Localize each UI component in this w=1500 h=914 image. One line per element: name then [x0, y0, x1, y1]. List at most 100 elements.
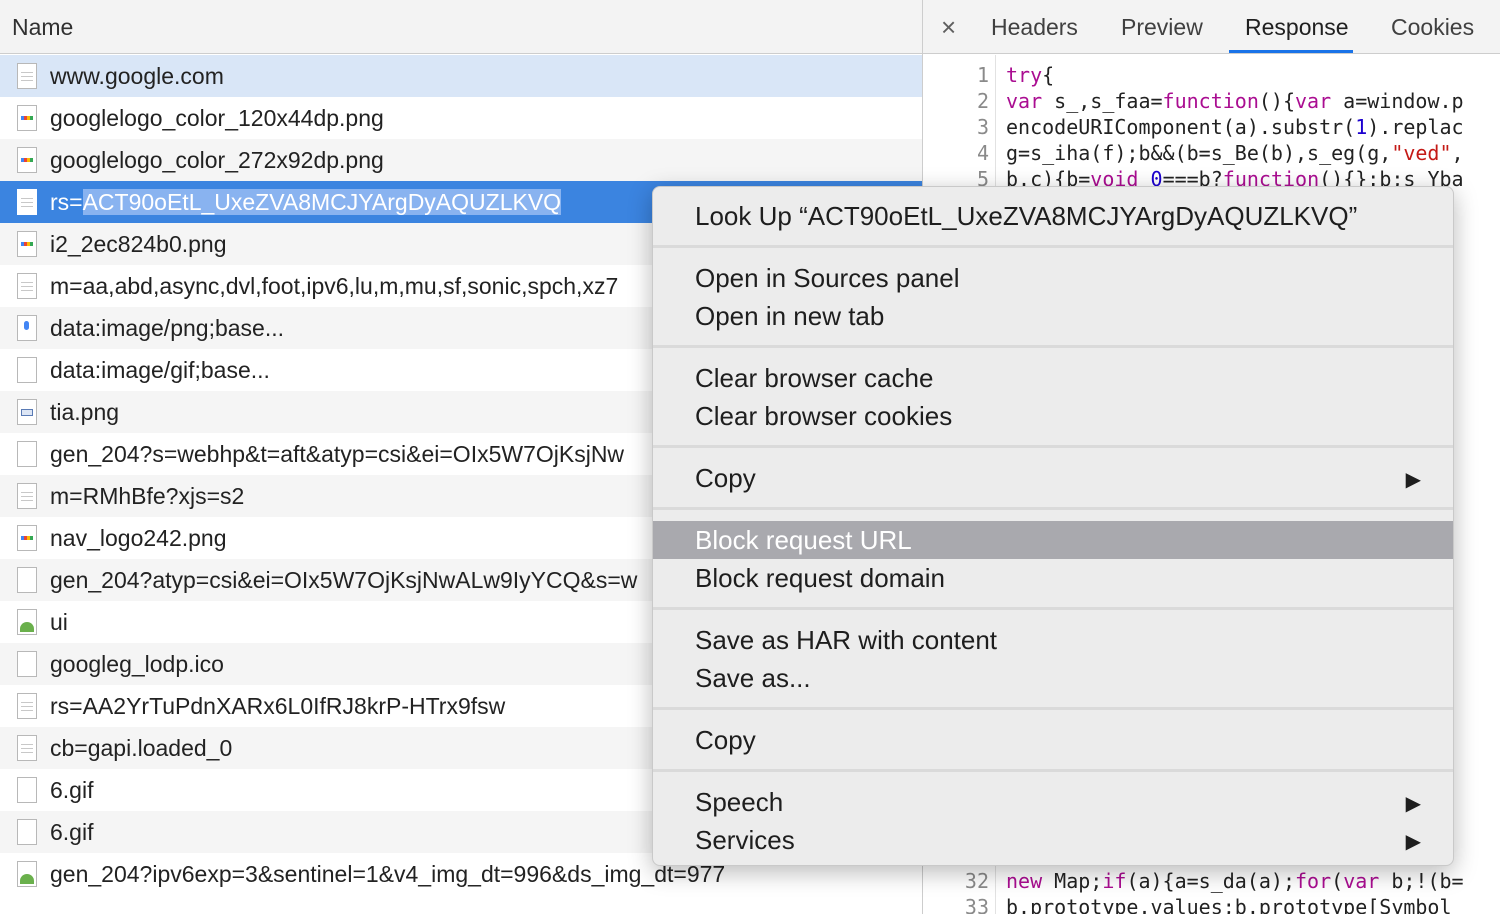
code-text: encodeURIComponent(a).substr(1).replac: [1006, 115, 1464, 139]
code-text: g=s_iha(f);b&&(b=s_Be(b),s_eg(g,"ved",: [1006, 141, 1464, 165]
menu-item-speech[interactable]: Speech ▶: [653, 783, 1453, 821]
menu-item-clear-browser-cache[interactable]: Clear browser cache: [653, 359, 1453, 397]
line-number: 32: [964, 869, 989, 893]
menu-item-label: Save as...: [695, 663, 811, 693]
image-file-icon: [17, 105, 37, 131]
blank-file-icon: [17, 441, 37, 467]
close-icon[interactable]: ×: [941, 12, 956, 42]
menu-item-block-request-domain[interactable]: Block request domain: [653, 559, 1453, 597]
request-name: tia.png: [50, 399, 120, 425]
menu-item-label: Block request domain: [695, 563, 946, 593]
code-line: 3 encodeURIComponent(a).substr(1).replac: [923, 114, 1500, 140]
document-icon: [17, 189, 37, 215]
menu-item-save-as[interactable]: Save as...: [653, 659, 1453, 697]
document-icon: [17, 63, 37, 89]
menu-item-label: Services: [695, 825, 795, 855]
line-number: 33: [964, 895, 989, 914]
menu-item-label: Block request URL: [695, 525, 912, 555]
menu-item-clear-browser-cookies[interactable]: Clear browser cookies: [653, 397, 1453, 435]
request-name: gen_204?ipv6exp=3&sentinel=1&v4_img_dt=9…: [50, 861, 726, 887]
code-text: b.prototype.values;b.prototype[Symbol: [1006, 895, 1452, 914]
request-row[interactable]: googlelogo_color_272x92dp.png: [0, 139, 922, 181]
image-file-icon: [17, 147, 37, 173]
image-file-icon: [17, 399, 37, 425]
menu-item-open-in-sources-panel[interactable]: Open in Sources panel: [653, 259, 1453, 297]
code-line: 33 b.prototype.values;b.prototype[Symbol: [923, 894, 1500, 914]
menu-item-label: Speech: [695, 787, 784, 817]
request-name: data:image/gif;base...: [50, 357, 270, 383]
name-column-header[interactable]: Name: [0, 0, 922, 54]
blank-file-icon: [17, 567, 37, 593]
tab-response[interactable]: Response: [1245, 14, 1349, 41]
menu-item-label: Look Up “ACT90oEtL_UxeZVA8MCJYArgDyAQUZL…: [695, 201, 1358, 231]
request-name: m=RMhBfe?xjs=s2: [50, 483, 245, 509]
code-text: new Map;if(a){a=s_da(a);for(var b;!(b=: [1006, 869, 1464, 893]
request-name: rs=ACT90oEtL_UxeZVA8MCJYArgDyAQUZLKVQ: [50, 189, 562, 216]
menu-separator: [653, 607, 1453, 610]
menu-item-label: Copy: [695, 725, 756, 755]
request-row[interactable]: googlelogo_color_120x44dp.png: [0, 97, 922, 139]
broken-image-icon: [17, 609, 37, 635]
line-number: 3: [976, 115, 989, 139]
request-name: nav_logo242.png: [50, 525, 227, 551]
tab-cookies[interactable]: Cookies: [1391, 14, 1474, 41]
request-name: m=aa,abd,async,dvl,foot,ipv6,lu,m,mu,sf,…: [50, 273, 619, 299]
document-icon: [17, 735, 37, 761]
menu-item-label: Open in Sources panel: [695, 263, 960, 293]
request-name: ui: [50, 609, 68, 635]
line-number: 2: [976, 89, 989, 113]
menu-item-label: Copy: [695, 463, 756, 493]
request-name: gen_204?atyp=csi&ei=OIx5W7OjKsjNwALw9IyY…: [50, 567, 638, 593]
blank-file-icon: [17, 651, 37, 677]
menu-item-services[interactable]: Services ▶: [653, 821, 1453, 859]
blank-file-icon: [17, 777, 37, 803]
image-file-icon: [17, 231, 37, 257]
broken-image-icon: [17, 861, 37, 887]
document-icon: [17, 273, 37, 299]
request-name: rs=AA2YrTuPdnXARx6L0IfRJ8krP-HTrx9fsw: [50, 693, 506, 719]
code-line: 1 try{: [923, 62, 1500, 88]
request-name: i2_2ec824b0.png: [50, 231, 227, 257]
request-row[interactable]: www.google.com: [0, 55, 922, 97]
menu-item-label: Save as HAR with content: [695, 625, 998, 655]
request-name: cb=gapi.loaded_0: [50, 735, 233, 761]
code-text: try{: [1006, 63, 1055, 87]
menu-item-look-up[interactable]: Look Up “ACT90oEtL_UxeZVA8MCJYArgDyAQUZL…: [653, 197, 1453, 235]
menu-separator: [653, 345, 1453, 348]
menu-item-copy-submenu[interactable]: Copy ▶: [653, 459, 1453, 497]
microphone-icon: [17, 315, 37, 341]
blank-file-icon: [17, 819, 37, 845]
menu-item-open-in-new-tab[interactable]: Open in new tab: [653, 297, 1453, 335]
line-number: 4: [976, 141, 989, 165]
menu-separator: [653, 245, 1453, 248]
menu-separator: [653, 769, 1453, 772]
detail-tab-bar: × Headers Preview Response Cookies: [923, 0, 1500, 54]
line-number: 1: [976, 63, 989, 87]
request-name: googlelogo_color_120x44dp.png: [50, 105, 384, 131]
request-name: www.google.com: [50, 63, 224, 89]
context-menu: Look Up “ACT90oEtL_UxeZVA8MCJYArgDyAQUZL…: [652, 186, 1454, 866]
menu-item-save-as-har[interactable]: Save as HAR with content: [653, 621, 1453, 659]
request-name: googlelogo_color_272x92dp.png: [50, 147, 384, 173]
code-line: 2 var s_,s_faa=function(){var a=window.p: [923, 88, 1500, 114]
tab-headers[interactable]: Headers: [991, 14, 1078, 41]
active-tab-indicator: [1229, 50, 1353, 53]
code-line: 4 g=s_iha(f);b&&(b=s_Be(b),s_eg(g,"ved",: [923, 140, 1500, 166]
submenu-arrow-icon: ▶: [1405, 793, 1421, 815]
request-name-prefix: rs=: [50, 189, 83, 215]
request-name: googleg_lodp.ico: [50, 651, 224, 677]
menu-item-label: Clear browser cookies: [695, 401, 953, 431]
request-name: 6.gif: [50, 819, 94, 845]
submenu-arrow-icon: ▶: [1405, 831, 1421, 853]
request-name: 6.gif: [50, 777, 94, 803]
selected-text: ACT90oEtL_UxeZVA8MCJYArgDyAQUZLKVQ: [82, 189, 562, 215]
image-file-icon: [17, 525, 37, 551]
tab-preview[interactable]: Preview: [1121, 14, 1203, 41]
menu-separator: [653, 507, 1453, 510]
code-line: 32 new Map;if(a){a=s_da(a);for(var b;!(b=: [923, 868, 1500, 894]
menu-item-block-request-url[interactable]: Block request URL: [653, 521, 1453, 559]
submenu-arrow-icon: ▶: [1405, 469, 1421, 491]
document-icon: [17, 693, 37, 719]
menu-separator: [653, 445, 1453, 448]
menu-item-copy[interactable]: Copy: [653, 721, 1453, 759]
